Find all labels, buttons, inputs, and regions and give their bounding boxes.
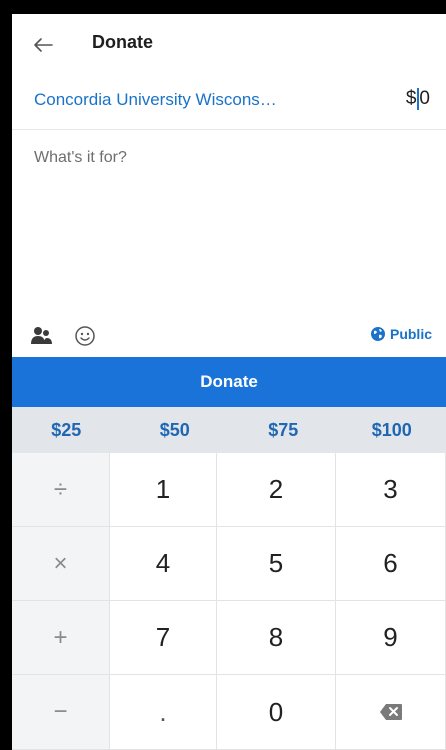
quick-amount-25[interactable]: $25 xyxy=(12,407,121,453)
globe-icon xyxy=(370,327,385,341)
key-4[interactable]: 4 xyxy=(110,527,217,601)
key-0[interactable]: 0 xyxy=(217,675,336,750)
key-9[interactable]: 9 xyxy=(336,601,446,675)
key-plus[interactable]: + xyxy=(12,601,110,675)
friends-icon[interactable] xyxy=(30,325,54,347)
backspace-icon xyxy=(379,704,402,720)
compose-toolbar: Public xyxy=(12,317,446,357)
key-3[interactable]: 3 xyxy=(336,453,446,527)
memo-placeholder: What's it for? xyxy=(34,149,127,166)
emoji-icon[interactable] xyxy=(74,325,96,347)
app-header: Donate xyxy=(12,14,446,74)
back-arrow-icon[interactable] xyxy=(32,34,54,56)
key-7[interactable]: 7 xyxy=(110,601,217,675)
quick-amounts-bar: $25 $50 $75 $100 xyxy=(12,407,446,453)
recipient-name[interactable]: Concordia University Wiscons… xyxy=(34,90,277,110)
key-multiply[interactable]: × xyxy=(12,527,110,601)
amount-input[interactable]: $ 0 xyxy=(406,88,430,110)
amount-value: 0 xyxy=(419,88,430,109)
privacy-toggle[interactable]: Public xyxy=(370,326,432,342)
currency-symbol: $ xyxy=(405,88,417,109)
quick-amount-75[interactable]: $75 xyxy=(229,407,338,453)
key-decimal[interactable]: . xyxy=(110,675,217,750)
key-divide[interactable]: ÷ xyxy=(12,453,110,527)
key-2[interactable]: 2 xyxy=(217,453,336,527)
recipient-row[interactable]: Concordia University Wiscons… $ 0 xyxy=(12,74,446,130)
quick-amount-50[interactable]: $50 xyxy=(121,407,230,453)
page-title: Donate xyxy=(92,32,154,52)
key-6[interactable]: 6 xyxy=(336,527,446,601)
donate-screen: Donate Concordia University Wiscons… $ 0… xyxy=(12,14,446,750)
numeric-keypad: ÷ × + − 1 2 3 4 5 6 7 8 9 . 0 xyxy=(12,453,446,750)
donate-button[interactable]: Donate xyxy=(12,357,446,407)
key-1[interactable]: 1 xyxy=(110,453,217,527)
privacy-label: Public xyxy=(389,326,432,342)
key-minus[interactable]: − xyxy=(12,675,110,750)
key-backspace[interactable] xyxy=(336,675,446,750)
key-5[interactable]: 5 xyxy=(217,527,336,601)
quick-amount-100[interactable]: $100 xyxy=(338,407,446,453)
key-8[interactable]: 8 xyxy=(217,601,336,675)
memo-input[interactable]: What's it for? xyxy=(12,131,446,317)
